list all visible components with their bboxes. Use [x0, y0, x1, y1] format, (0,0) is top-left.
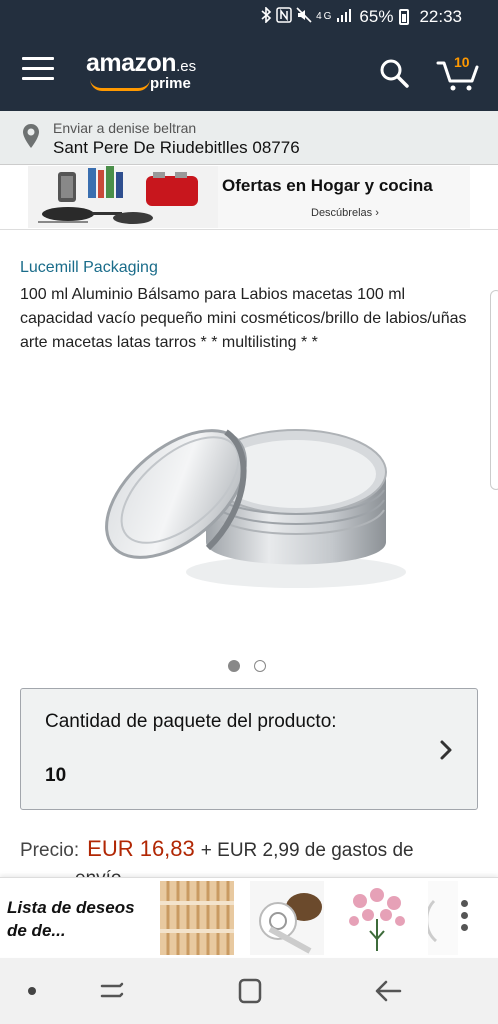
bluetooth-icon [260, 5, 272, 27]
cart-count: 10 [454, 54, 470, 70]
wishlist-thumb-2[interactable] [250, 881, 324, 955]
banner-subtitle: Descúbrelas › [311, 207, 379, 219]
kitchen-appliances-image [28, 166, 218, 228]
more-vertical-icon[interactable] [452, 896, 476, 940]
product-image[interactable] [96, 362, 406, 624]
back-icon[interactable] [374, 978, 402, 1004]
app-header: amazon.es prime 10 [0, 33, 498, 111]
promo-banner[interactable]: Ofertas en Hogar y cocina Descúbrelas › [28, 166, 470, 228]
package-quantity-label: Cantidad de paquete del producto: [45, 711, 337, 732]
image-carousel-dots [228, 660, 266, 672]
menu-icon[interactable] [22, 57, 54, 85]
nfc-icon [276, 6, 292, 27]
wishlist-bar: Lista de deseos de de... [0, 877, 498, 957]
price-value: EUR 16,83 [87, 836, 195, 861]
banner-title: Ofertas en Hogar y cocina [222, 176, 433, 195]
status-bar: 4G 65% 22:33 [0, 0, 498, 33]
clock: 22:33 [419, 6, 462, 26]
battery-icon [399, 8, 410, 25]
logo-smile-icon [90, 79, 150, 91]
dot-icon[interactable] [28, 987, 36, 995]
shipping-cost: + EUR 2,99 de gastos de [200, 840, 414, 861]
location-pin-icon [22, 123, 40, 154]
delivery-address: Sant Pere De Riudebitlles 08776 [53, 138, 300, 157]
price-row: Precio: EUR 16,83 + EUR 2,99 de gastos de [20, 836, 490, 862]
brand-link[interactable]: Lucemill Packaging [20, 259, 158, 277]
wishlist-title[interactable]: Lista de deseos de de... [7, 896, 157, 942]
delivery-recipient: Enviar a denise beltran [53, 120, 197, 136]
delivery-address-bar[interactable]: Enviar a denise beltran Sant Pere De Riu… [0, 111, 498, 165]
divider [0, 229, 498, 230]
package-quantity-value: 10 [45, 765, 67, 786]
search-icon[interactable] [378, 57, 410, 89]
home-icon[interactable] [236, 978, 264, 1004]
wishlist-thumb-3[interactable] [340, 881, 414, 955]
product-title: 100 ml Aluminio Bálsamo para Labios mace… [20, 286, 467, 351]
package-quantity-selector[interactable]: Cantidad de paquete del producto: 10 [20, 688, 478, 810]
logo-tld: .es [176, 58, 197, 75]
logo-word: amazon [86, 49, 177, 77]
android-nav-bar [0, 958, 498, 1024]
signal-icon [337, 8, 353, 26]
recents-icon[interactable] [98, 978, 126, 1004]
wishlist-thumb-1[interactable] [160, 881, 234, 955]
carousel-dot-2[interactable] [254, 660, 266, 672]
network-type-label: 4G [316, 11, 334, 22]
logo-prime: prime [150, 75, 191, 92]
price-label: Precio: [20, 840, 80, 861]
chevron-right-icon [439, 739, 453, 766]
mute-icon [296, 6, 312, 27]
status-icons: 4G [260, 5, 353, 27]
cart-icon[interactable]: 10 [436, 53, 480, 93]
battery-percent: 65% [359, 6, 394, 26]
carousel-dot-1[interactable] [228, 660, 240, 672]
side-panel-handle[interactable] [490, 290, 498, 490]
amazon-logo[interactable]: amazon.es prime [86, 49, 197, 92]
